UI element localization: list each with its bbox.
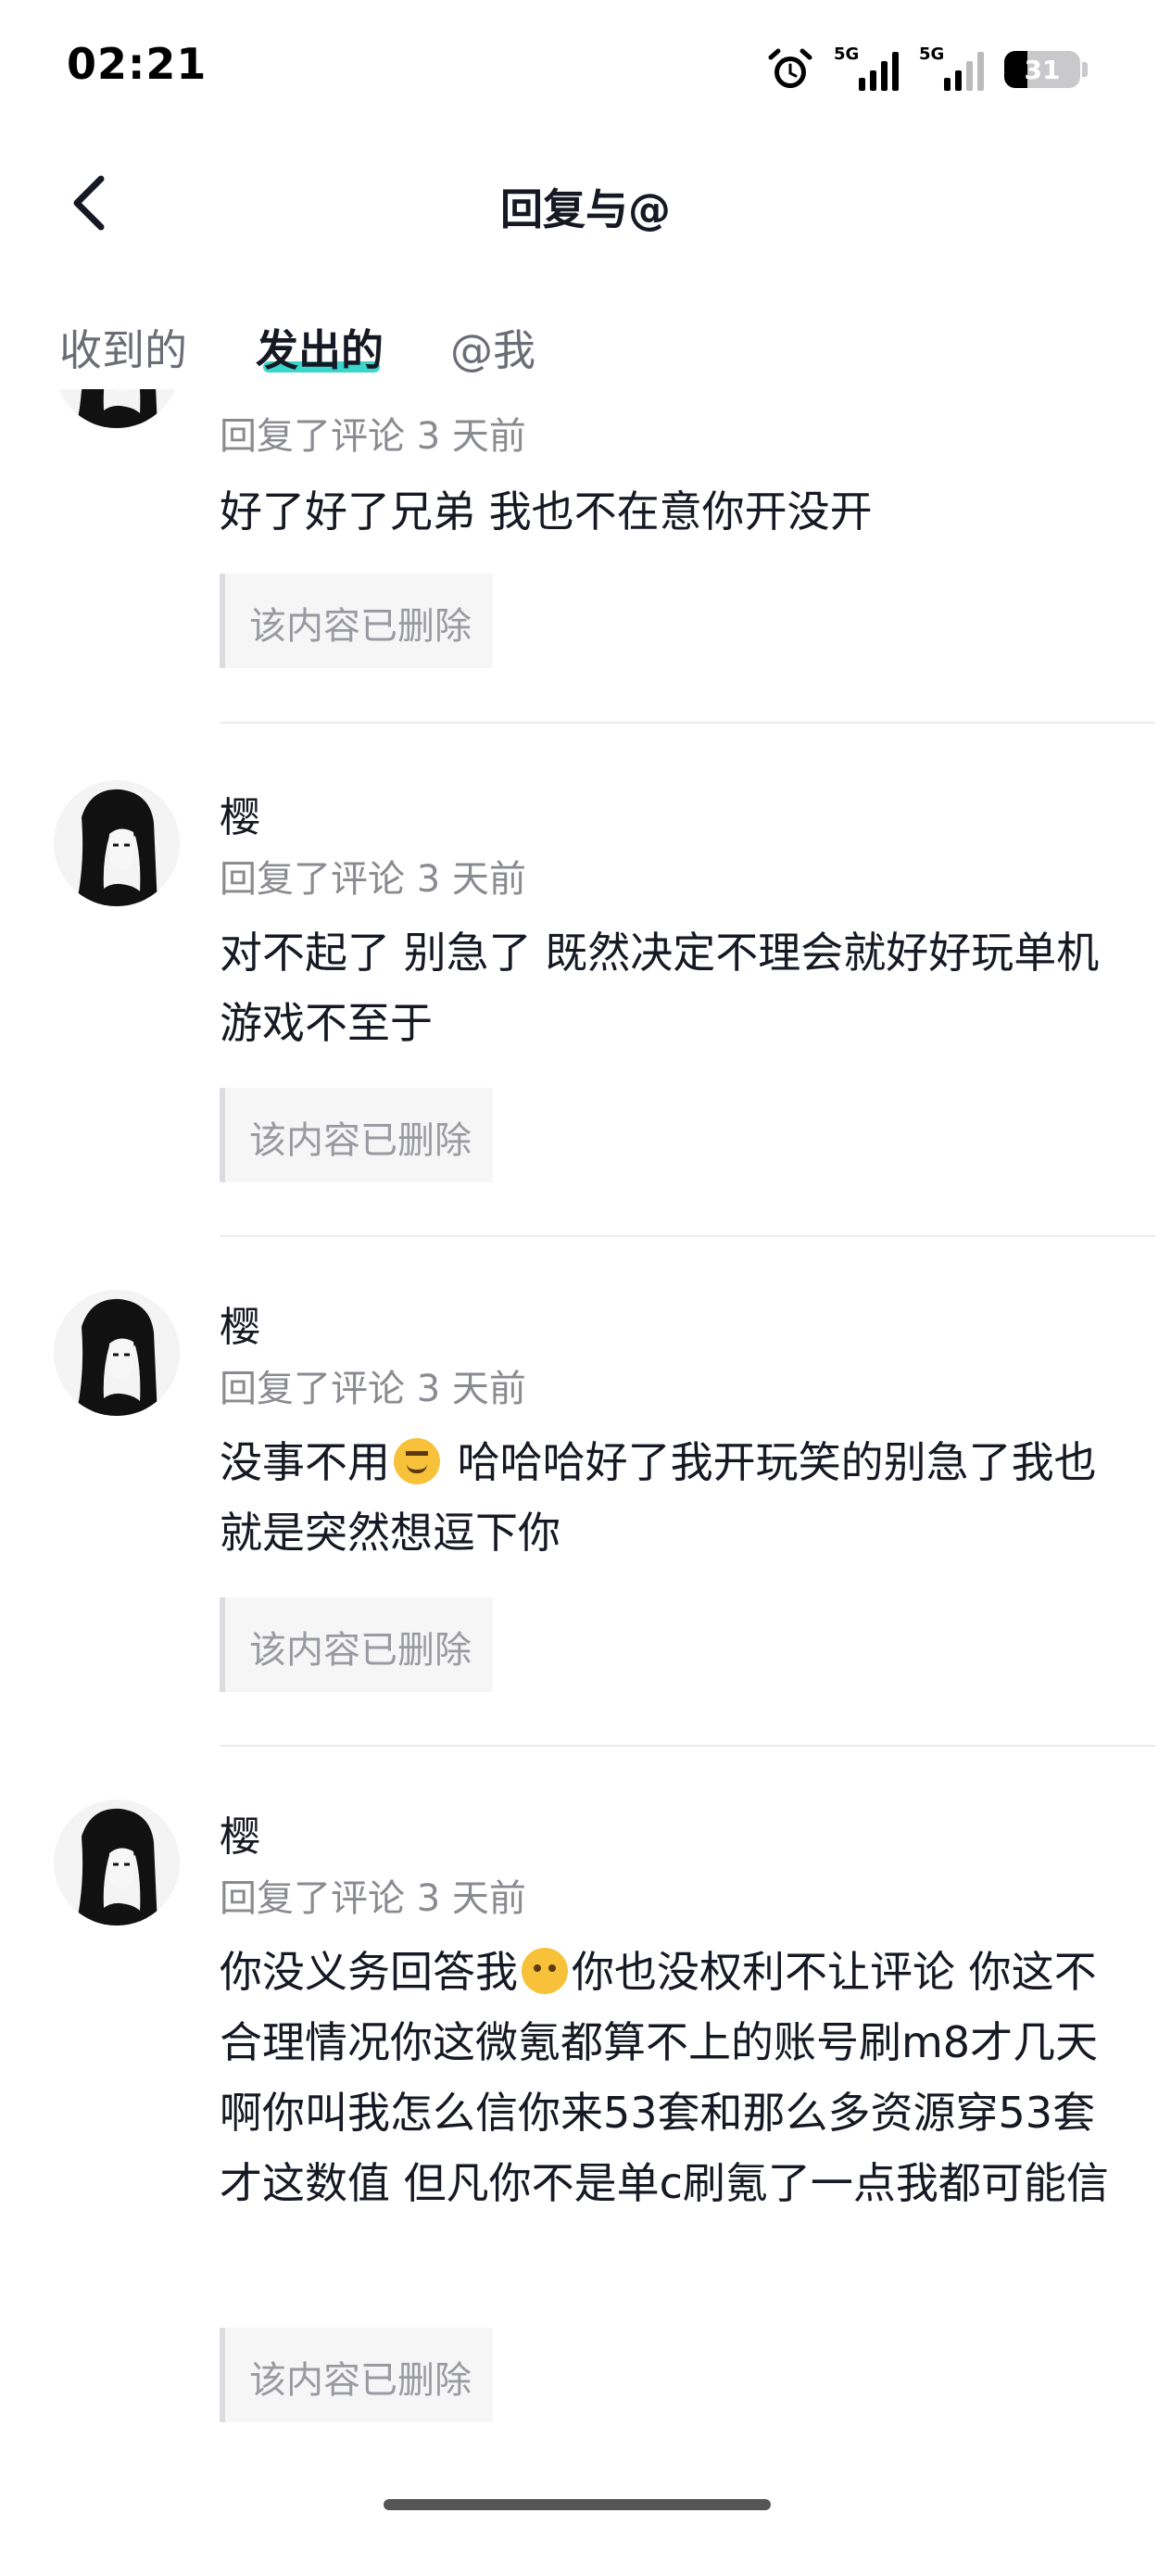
battery-level: 31	[1024, 55, 1061, 85]
reply-meta: 回复了评论 3 天前	[220, 1368, 526, 1410]
reply-meta: 回复了评论 3 天前	[220, 858, 526, 901]
quoted-comment-text: 该内容已删除	[249, 2359, 472, 2402]
reply-item: 回复了评论 3 天前 好了好了兄弟 我也不在意你开没开 该内容已删除	[0, 389, 1171, 726]
network-type-2: 5G	[919, 44, 945, 64]
quoted-comment-text: 该内容已删除	[249, 605, 472, 648]
reply-text-part1: 你没义务回答我	[220, 1947, 518, 1997]
quoted-comment-text: 该内容已删除	[249, 1629, 472, 1672]
reply-username[interactable]: 樱	[220, 784, 260, 843]
reply-list[interactable]: 回复了评论 3 天前 好了好了兄弟 我也不在意你开没开 该内容已删除 樱 回复了…	[0, 389, 1171, 2511]
network-type-1: 5G	[834, 44, 860, 64]
tab-bar: 收到的 发出的 @我	[0, 306, 1171, 389]
smug-face-emoji	[394, 1438, 440, 1484]
tab-received[interactable]: 收到的	[59, 317, 187, 378]
reply-meta: 回复了评论 3 天前	[220, 415, 526, 458]
tab-mentions[interactable]: @我	[450, 317, 535, 378]
avatar-image	[54, 780, 180, 906]
quoted-comment[interactable]: 该内容已删除	[220, 1597, 493, 1692]
reply-username[interactable]: 樱	[220, 1294, 260, 1353]
home-indicator[interactable]	[384, 2499, 771, 2510]
status-time: 02:21	[67, 39, 208, 89]
status-icons: 5G 5G 31	[767, 44, 1088, 93]
avatar[interactable]	[54, 1799, 180, 1926]
app-screen: 02:21 5G 5G 31 回复与@ 收到的 发出的 @我 回复了评论 3 天…	[0, 0, 1171, 2576]
tab-sent[interactable]: 发出的	[256, 317, 384, 378]
cellular-signal-icon: 5G	[834, 44, 899, 91]
reply-text: 你没义务回答我 你也没权利不让评论 你这不合理情况你这微氪都算不上的账号刷m8才几…	[220, 1937, 1109, 2218]
reply-meta: 回复了评论 3 天前	[220, 1877, 526, 1920]
battery-tip	[1082, 62, 1088, 77]
quoted-comment[interactable]: 该内容已删除	[220, 1088, 493, 1182]
reply-text: 对不起了 别急了 既然决定不理会就好好玩单机游戏不至于	[220, 928, 1100, 1048]
reply-text-part1: 没事不用	[220, 1437, 390, 1487]
reply-item: 樱 回复了评论 3 天前 没事不用 哈哈哈好了我开玩笑的别急了我也就是突然想逗下…	[0, 1236, 1171, 1747]
battery-icon: 31	[1004, 51, 1080, 88]
nav-bar: 回复与@	[0, 158, 1171, 250]
alarm-icon	[768, 48, 812, 88]
reply-username[interactable]: 樱	[220, 1803, 260, 1863]
cellular-signal-2-icon: 5G	[919, 44, 984, 91]
reply-text: 好了好了兄弟 我也不在意你开没开	[220, 486, 873, 537]
avatar-image	[54, 389, 180, 428]
reply-item: 樱 回复了评论 3 天前 你没义务回答我 你也没权利不让评论 你这不合理情况你这微…	[0, 1746, 1171, 2487]
blank-face-emoji	[522, 1948, 568, 1994]
page-title: 回复与@	[500, 184, 671, 234]
avatar[interactable]	[54, 1290, 180, 1416]
avatar-image	[54, 1290, 180, 1416]
reply-item: 樱 回复了评论 3 天前 对不起了 别急了 既然决定不理会就好好玩单机游戏不至于…	[0, 726, 1171, 1237]
quoted-comment-text: 该内容已删除	[249, 1119, 472, 1162]
avatar[interactable]	[54, 389, 180, 428]
avatar[interactable]	[54, 780, 180, 906]
reply-text: 没事不用 哈哈哈好了我开玩笑的别急了我也就是突然想逗下你	[220, 1427, 1109, 1568]
quoted-comment[interactable]: 该内容已删除	[220, 574, 493, 668]
status-bar: 02:21 5G 5G 31	[0, 0, 1171, 139]
quoted-comment[interactable]: 该内容已删除	[220, 2328, 493, 2422]
divider	[220, 722, 1155, 724]
avatar-image	[54, 1799, 180, 1926]
